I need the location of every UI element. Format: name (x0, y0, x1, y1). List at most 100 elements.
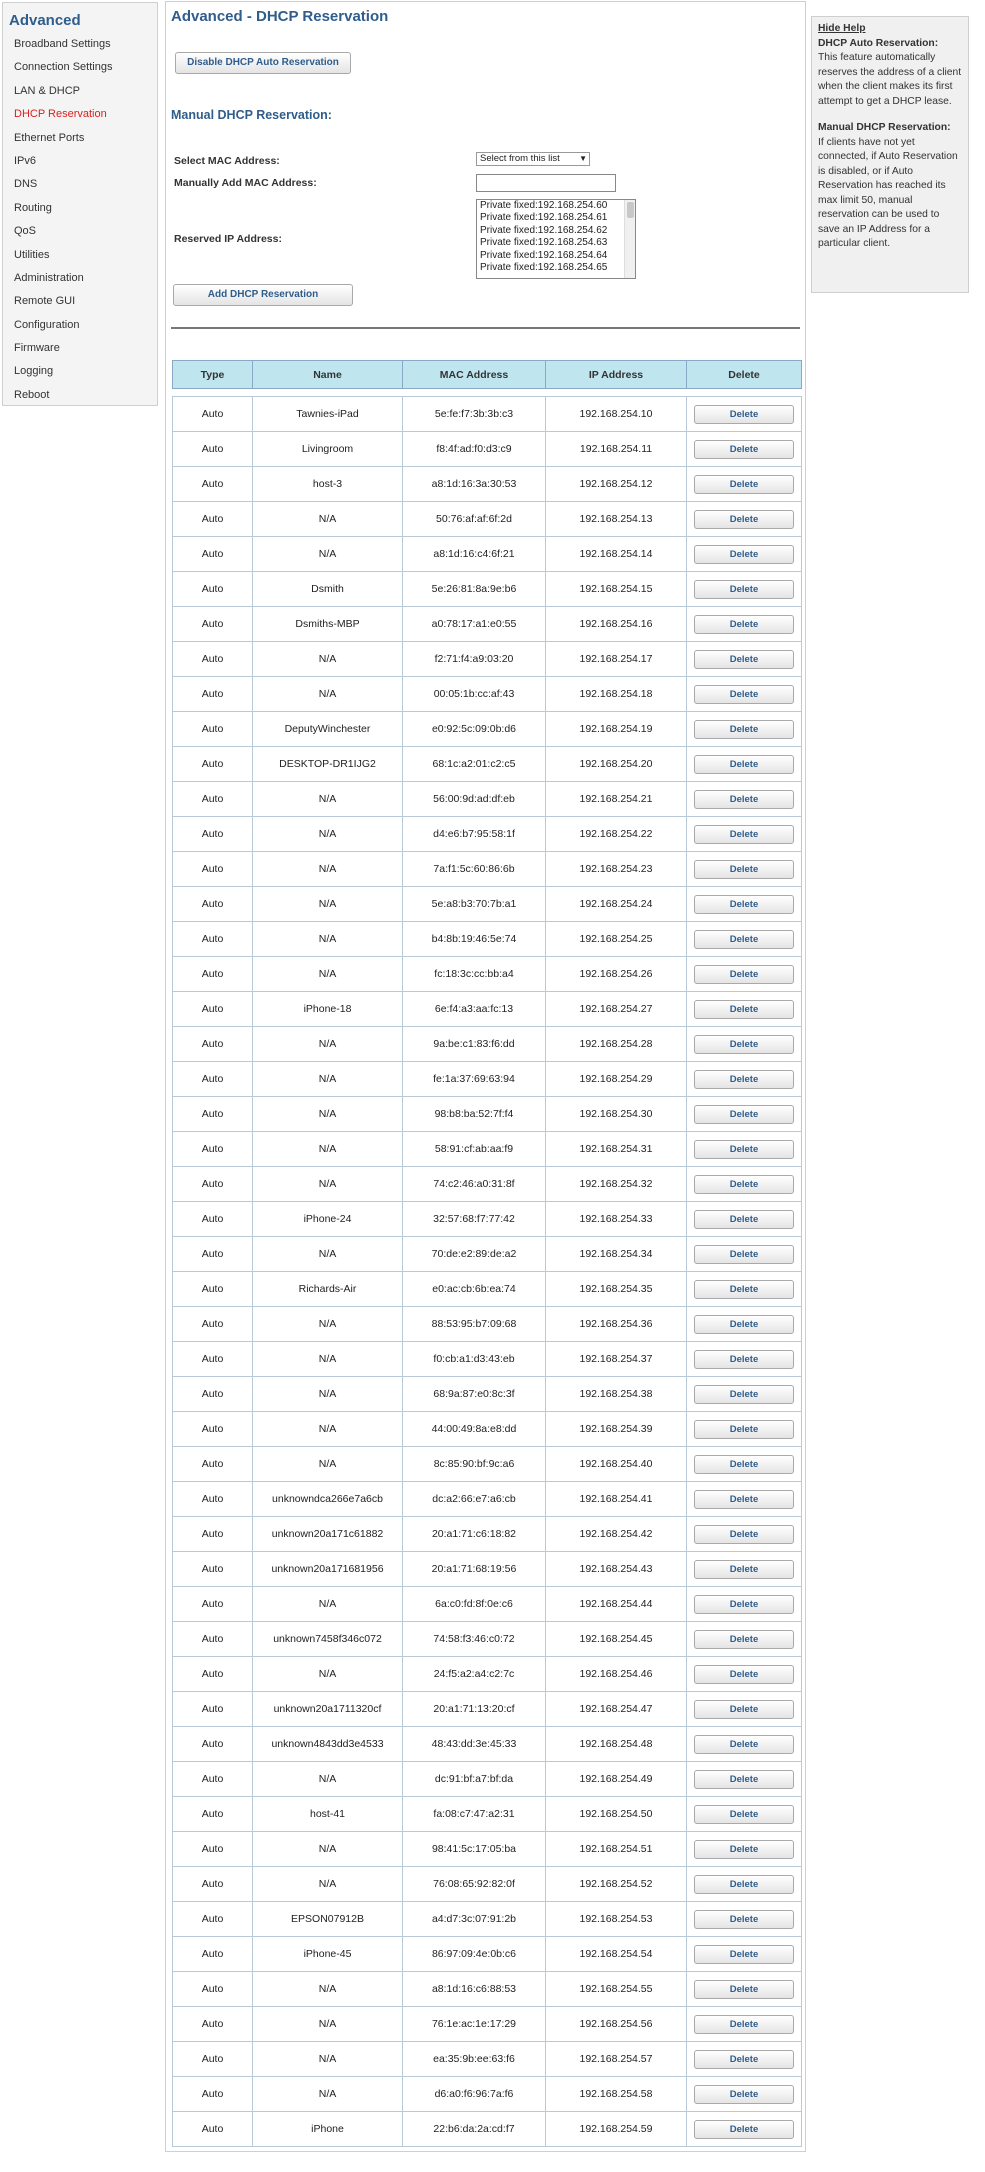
delete-button[interactable]: Delete (694, 1174, 794, 1194)
sidebar-item-ethernet-ports[interactable]: Ethernet Ports (3, 127, 157, 150)
sidebar-item-broadband-settings[interactable]: Broadband Settings (3, 33, 157, 56)
delete-button[interactable]: Delete (694, 1209, 794, 1229)
reserved-ip-listbox[interactable]: Private fixed:192.168.254.60 Private fixe… (476, 199, 636, 279)
delete-button[interactable]: Delete (694, 684, 794, 704)
sidebar-item-ipv6[interactable]: IPv6 (3, 150, 157, 173)
cell-ip: 192.168.254.47 (545, 1691, 687, 1727)
sidebar-item-dns[interactable]: DNS (3, 173, 157, 196)
reserved-ip-option[interactable]: Private fixed:192.168.254.65 (477, 262, 635, 274)
delete-button[interactable]: Delete (694, 1034, 794, 1054)
sidebar-item-connection-settings[interactable]: Connection Settings (3, 56, 157, 79)
cell-mac: e0:92:5c:09:0b:d6 (402, 711, 546, 747)
select-mac-dropdown[interactable]: Select from this list ▼ (476, 152, 590, 166)
delete-button[interactable]: Delete (694, 1804, 794, 1824)
delete-button[interactable]: Delete (694, 1874, 794, 1894)
cell-ip: 192.168.254.31 (545, 1131, 687, 1167)
delete-button[interactable]: Delete (694, 929, 794, 949)
delete-button[interactable]: Delete (694, 1909, 794, 1929)
sidebar-item-lan-dhcp[interactable]: LAN & DHCP (3, 80, 157, 103)
delete-button[interactable]: Delete (694, 1454, 794, 1474)
delete-button[interactable]: Delete (694, 1839, 794, 1859)
sidebar-item-logging[interactable]: Logging (3, 360, 157, 383)
delete-button[interactable]: Delete (694, 1069, 794, 1089)
reserved-ip-option[interactable]: Private fixed:192.168.254.61 (477, 212, 635, 224)
cell-ip: 192.168.254.35 (545, 1271, 687, 1307)
add-dhcp-reservation-button[interactable]: Add DHCP Reservation (173, 284, 353, 306)
reserved-ip-option[interactable]: Private fixed:192.168.254.63 (477, 237, 635, 249)
hide-help-link[interactable]: Hide Help (818, 22, 962, 37)
delete-button[interactable]: Delete (694, 2084, 794, 2104)
delete-button[interactable]: Delete (694, 1594, 794, 1614)
sidebar-item-administration[interactable]: Administration (3, 267, 157, 290)
cell-mac: 98:b8:ba:52:7f:f4 (402, 1096, 546, 1132)
sidebar-item-remote-gui[interactable]: Remote GUI (3, 290, 157, 313)
cell-ip: 192.168.254.33 (545, 1201, 687, 1237)
delete-button[interactable]: Delete (694, 1629, 794, 1649)
delete-button[interactable]: Delete (694, 964, 794, 984)
sidebar-item-qos[interactable]: QoS (3, 220, 157, 243)
delete-button[interactable]: Delete (694, 474, 794, 494)
delete-button[interactable]: Delete (694, 1349, 794, 1369)
listbox-scroll-thumb[interactable] (627, 202, 634, 218)
delete-button[interactable]: Delete (694, 859, 794, 879)
delete-button[interactable]: Delete (694, 1524, 794, 1544)
sidebar-item-firmware[interactable]: Firmware (3, 337, 157, 360)
delete-button[interactable]: Delete (694, 894, 794, 914)
cell-delete: Delete (686, 921, 802, 957)
sidebar-item-reboot[interactable]: Reboot (3, 384, 157, 407)
delete-button[interactable]: Delete (694, 1699, 794, 1719)
delete-button[interactable]: Delete (694, 1664, 794, 1684)
reserved-ip-option[interactable]: Private fixed:192.168.254.62 (477, 225, 635, 237)
delete-button[interactable]: Delete (694, 1979, 794, 1999)
reserved-ip-option[interactable]: Private fixed:192.168.254.60 (477, 200, 635, 212)
delete-button[interactable]: Delete (694, 439, 794, 459)
delete-button[interactable]: Delete (694, 1944, 794, 1964)
delete-button[interactable]: Delete (694, 1104, 794, 1124)
delete-button[interactable]: Delete (694, 614, 794, 634)
table-row: Auto Dsmiths-MBP a0:78:17:a1:e0:55 192.168.… (172, 606, 802, 642)
cell-ip: 192.168.254.15 (545, 571, 687, 607)
cell-name: unknown20a1711320cf (252, 1691, 403, 1727)
delete-button[interactable]: Delete (694, 1279, 794, 1299)
cell-mac: d6:a0:f6:96:7a:f6 (402, 2076, 546, 2112)
delete-button[interactable]: Delete (694, 2119, 794, 2139)
delete-button[interactable]: Delete (694, 404, 794, 424)
cell-type: Auto (172, 781, 253, 817)
delete-button[interactable]: Delete (694, 754, 794, 774)
sidebar-item-routing[interactable]: Routing (3, 197, 157, 220)
delete-button[interactable]: Delete (694, 999, 794, 1019)
cell-name: iPhone-24 (252, 1201, 403, 1237)
delete-button[interactable]: Delete (694, 824, 794, 844)
delete-button[interactable]: Delete (694, 1559, 794, 1579)
disable-auto-reservation-button[interactable]: Disable DHCP Auto Reservation (175, 52, 351, 74)
cell-name: unknown7458f346c072 (252, 1621, 403, 1657)
delete-button[interactable]: Delete (694, 509, 794, 529)
delete-button[interactable]: Delete (694, 1314, 794, 1334)
sidebar-item-utilities[interactable]: Utilities (3, 244, 157, 267)
sidebar-item-configuration[interactable]: Configuration (3, 314, 157, 337)
delete-button[interactable]: Delete (694, 544, 794, 564)
table-row: Auto N/A fe:1a:37:69:63:94 192.168.254.29 De… (172, 1061, 802, 1097)
delete-button[interactable]: Delete (694, 1769, 794, 1789)
delete-button[interactable]: Delete (694, 1139, 794, 1159)
delete-button[interactable]: Delete (694, 1384, 794, 1404)
delete-button[interactable]: Delete (694, 2049, 794, 2069)
delete-button[interactable]: Delete (694, 1734, 794, 1754)
help-manual-title: Manual DHCP Reservation: (818, 122, 951, 133)
delete-button[interactable]: Delete (694, 649, 794, 669)
delete-button[interactable]: Delete (694, 2014, 794, 2034)
cell-mac: 6a:c0:fd:8f:0e:c6 (402, 1586, 546, 1622)
cell-delete: Delete (686, 1201, 802, 1237)
listbox-scrollbar[interactable] (624, 200, 635, 278)
cell-name: unknown4843dd3e4533 (252, 1726, 403, 1762)
cell-delete: Delete (686, 851, 802, 887)
delete-button[interactable]: Delete (694, 719, 794, 739)
delete-button[interactable]: Delete (694, 1244, 794, 1264)
reserved-ip-option[interactable]: Private fixed:192.168.254.64 (477, 250, 635, 262)
manual-mac-input[interactable] (476, 174, 616, 192)
delete-button[interactable]: Delete (694, 579, 794, 599)
sidebar-item-dhcp-reservation[interactable]: DHCP Reservation (3, 103, 157, 126)
delete-button[interactable]: Delete (694, 1419, 794, 1439)
delete-button[interactable]: Delete (694, 1489, 794, 1509)
delete-button[interactable]: Delete (694, 789, 794, 809)
